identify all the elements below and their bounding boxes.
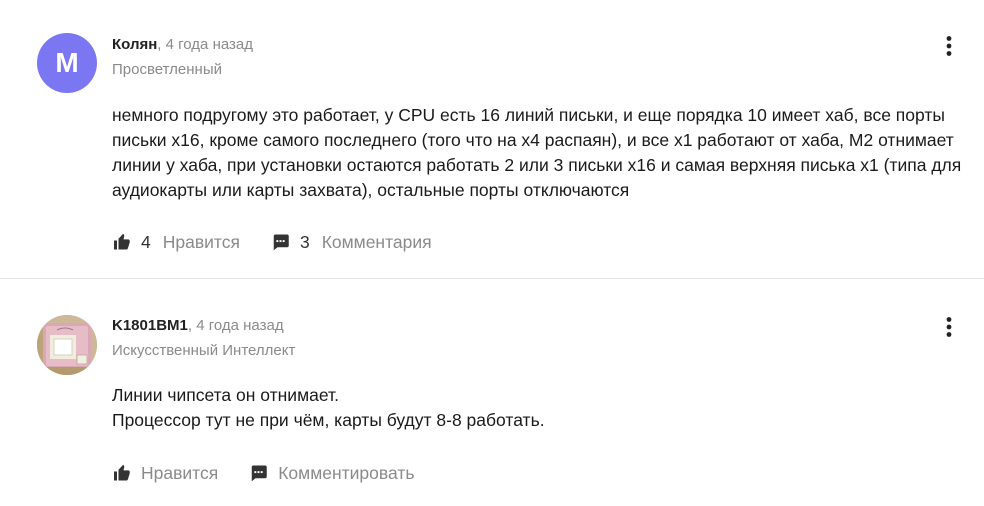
author-status: Искусственный Интеллект xyxy=(112,342,296,359)
author-name[interactable]: K1801BM1 xyxy=(112,317,188,334)
like-count: 4 xyxy=(141,231,151,252)
avatar[interactable]: M xyxy=(37,33,97,93)
like-button[interactable]: Нравится xyxy=(112,463,218,484)
comments-count: 3 xyxy=(299,231,310,252)
reply-label: Комментировать xyxy=(278,462,415,483)
author-name[interactable]: Колян xyxy=(112,36,157,53)
like-label: Нравится xyxy=(162,231,240,252)
thumbs-up-icon xyxy=(114,233,130,250)
author-separator: , xyxy=(157,36,162,53)
comment-card: K1801BM1, 4 года назад Искусственный Инт… xyxy=(0,279,984,506)
timestamp: 4 года назад xyxy=(165,36,253,53)
avatar-letter: M xyxy=(55,47,79,78)
comments-label: Комментария xyxy=(321,231,432,252)
chip-photo-avatar xyxy=(37,315,97,375)
more-vertical-icon xyxy=(946,36,952,56)
thumbs-up-icon xyxy=(114,464,130,481)
comment-actions: 4 Нравится 3 Комментария xyxy=(112,230,432,254)
reply-button[interactable]: Комментировать xyxy=(249,463,414,484)
more-options-button[interactable] xyxy=(942,35,956,57)
like-button[interactable]: 4 Нравится xyxy=(112,232,240,253)
like-label: Нравится xyxy=(141,462,219,483)
more-options-button[interactable] xyxy=(942,316,956,338)
author-separator: , xyxy=(187,317,193,334)
comments-button[interactable]: 3 Комментария xyxy=(271,232,432,253)
comment-text: Линии чипсета он отнимает. Процессор тут… xyxy=(112,383,962,433)
comment-line: Процессор тут не при чём, карты будут 8-… xyxy=(112,410,545,430)
comment-header: Колян, 4 года назад xyxy=(112,35,253,55)
comment-icon xyxy=(251,465,267,482)
author-status: Просветленный xyxy=(112,61,222,78)
comment-card: M Колян, 4 года назад Просветленный немн… xyxy=(0,0,984,279)
timestamp: 4 года назад xyxy=(196,317,284,334)
comment-header: K1801BM1, 4 года назад xyxy=(112,316,284,336)
comment-actions: Нравится Комментировать xyxy=(112,461,414,485)
comment-paragraph: немного подругому это работает, у CPU ес… xyxy=(112,105,962,200)
comment-icon xyxy=(273,234,289,251)
avatar[interactable] xyxy=(37,315,97,375)
more-vertical-icon xyxy=(946,317,952,337)
comment-text: немного подругому это работает, у CPU ес… xyxy=(112,103,962,203)
comment-line: Линии чипсета он отнимает. xyxy=(112,385,339,405)
